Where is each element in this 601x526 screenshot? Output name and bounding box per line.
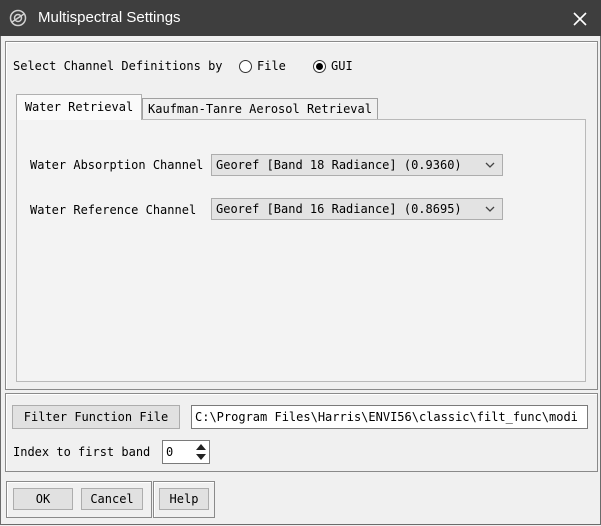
cancel-button[interactable]: Cancel (81, 488, 143, 510)
water-absorption-select[interactable]: Georef [Band 18 Radiance] (0.9360) (211, 154, 503, 176)
dialog-body: Select Channel Definitions by File GUI W… (0, 36, 601, 525)
tab-kaufman-tanre[interactable]: Kaufman-Tanre Aerosol Retrieval (142, 98, 378, 120)
chevron-down-icon (485, 162, 495, 168)
water-reference-value: Georef [Band 16 Radiance] (0.8695) (216, 202, 462, 216)
app-icon (9, 9, 27, 27)
radio-gui[interactable] (313, 60, 326, 73)
close-button[interactable] (567, 6, 593, 30)
tab-kaufman-tanre-label: Kaufman-Tanre Aerosol Retrieval (148, 102, 372, 116)
tab-water-retrieval[interactable]: Water Retrieval (16, 94, 142, 120)
filter-function-file-label: Filter Function File (23, 410, 169, 424)
filter-group: Filter Function File C:\Program Files\Ha… (5, 393, 598, 472)
first-band-spinner[interactable]: 0 (162, 440, 210, 464)
tab-water-retrieval-label: Water Retrieval (24, 100, 134, 114)
water-absorption-label: Water Absorption Channel (30, 158, 204, 172)
chevron-down-icon (485, 206, 495, 212)
filter-function-path: C:\Program Files\Harris\ENVI56\classic\f… (195, 410, 578, 424)
help-button[interactable]: Help (159, 488, 209, 510)
title-bar: Multispectral Settings (0, 0, 601, 36)
radio-file[interactable] (239, 60, 252, 73)
radio-gui-label[interactable]: GUI (331, 59, 353, 73)
filter-function-path-field[interactable]: C:\Program Files\Harris\ENVI56\classic\f… (191, 405, 588, 429)
ok-label: OK (35, 492, 51, 506)
ok-button[interactable]: OK (13, 488, 73, 510)
close-icon (573, 12, 587, 26)
first-band-value: 0 (166, 445, 174, 459)
water-reference-select[interactable]: Georef [Band 16 Radiance] (0.8695) (211, 198, 503, 220)
water-absorption-value: Georef [Band 18 Radiance] (0.9360) (216, 158, 462, 172)
channel-source-label: Select Channel Definitions by (13, 59, 223, 73)
spinner-arrows-icon[interactable] (193, 441, 209, 463)
cancel-label: Cancel (90, 492, 134, 506)
channel-definition-group: Select Channel Definitions by File GUI W… (5, 41, 598, 390)
help-label: Help (169, 492, 199, 506)
water-retrieval-panel: Water Absorption Channel Georef [Band 18… (16, 119, 586, 382)
window-title: Multispectral Settings (38, 9, 181, 26)
first-band-label: Index to first band (13, 445, 151, 459)
filter-function-file-button[interactable]: Filter Function File (12, 405, 180, 429)
water-reference-label: Water Reference Channel (30, 203, 197, 217)
radio-file-label[interactable]: File (257, 59, 286, 73)
help-group: Help (153, 481, 215, 518)
ok-cancel-group: OK Cancel (6, 481, 152, 518)
